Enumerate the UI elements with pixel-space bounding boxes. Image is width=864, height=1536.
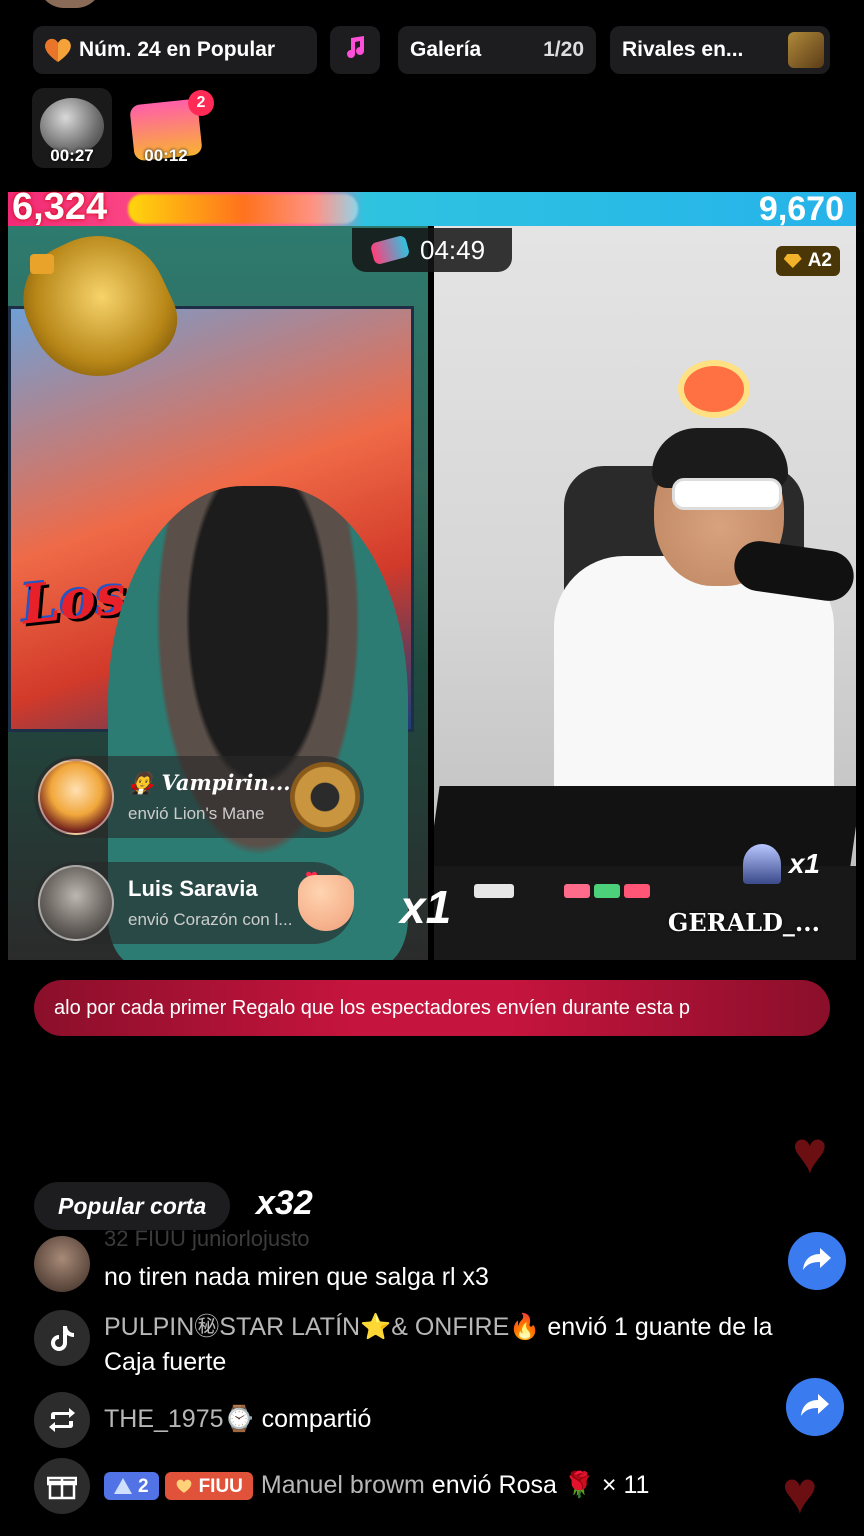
timed-gift-badge[interactable]: 00:27	[32, 88, 112, 168]
combo-multiplier: x1	[400, 881, 452, 933]
popular-corta-label: Popular corta	[58, 1192, 207, 1219]
fan-club-badge: FIUU	[164, 1472, 253, 1501]
mixer-button	[594, 884, 620, 898]
announcement-banner[interactable]: alo por cada primer Regalo que los espec…	[34, 980, 830, 1036]
mixer-button	[624, 884, 650, 898]
floating-heart-icon: ♥	[792, 1119, 828, 1186]
gem-icon	[30, 254, 54, 274]
rivals-label: Rivales en...	[622, 38, 744, 61]
gift-notification[interactable]: 🧛 Vampirin... envió Lion's Mane	[34, 756, 364, 838]
gallery-label: Galería	[410, 38, 482, 61]
share-button[interactable]	[788, 1232, 846, 1290]
level-badge: 2	[104, 1472, 159, 1501]
gate-multiplier: x1	[742, 844, 820, 884]
chat-message[interactable]: THE_1975⌚ compartió	[34, 1392, 371, 1448]
sunglasses	[672, 478, 782, 510]
battle-glove-icon	[369, 234, 411, 266]
gem-icon	[783, 254, 802, 268]
battle-score-bar: 6,324 9,670	[8, 186, 856, 228]
rank-badge-label: A2	[807, 250, 832, 271]
chat-message[interactable]: no tiren nada miren que salga rl x3	[34, 1236, 489, 1295]
popular-rank-pill[interactable]: Núm. 24 en Popular	[33, 26, 317, 74]
share-arrow-icon	[802, 1246, 832, 1277]
banner-text: alo por cada primer Regalo que los espec…	[54, 996, 690, 1019]
left-score: 6,324	[12, 186, 108, 228]
gift-description: envió Lion's Mane	[128, 804, 265, 823]
battle-timer: 04:49	[352, 228, 512, 272]
music-note-icon	[342, 34, 368, 66]
chat-text: compartió	[254, 1405, 372, 1433]
score-flash-effect	[128, 194, 358, 224]
host-avatar[interactable]	[38, 0, 102, 8]
rivals-pill[interactable]: Rivales en...	[610, 26, 830, 74]
finger-heart-gift-icon	[298, 875, 354, 931]
avatar[interactable]	[38, 759, 114, 835]
gallery-pill[interactable]: Galería 1/20	[398, 26, 596, 74]
mixer-button	[474, 884, 514, 898]
notification-count: 2	[188, 90, 214, 116]
floating-sticker	[684, 366, 744, 412]
right-score: 9,670	[758, 190, 844, 228]
popular-rank-label: Núm. 24 en Popular	[79, 38, 276, 61]
treasure-chest-badge[interactable]: 2 00:12	[126, 88, 214, 168]
battle-timer-text: 04:49	[420, 234, 486, 265]
avatar[interactable]	[38, 865, 114, 941]
top-host-strip[interactable]	[30, 0, 330, 10]
chat-text: no tiren nada miren que salga rl x3	[104, 1263, 489, 1291]
gift-description: envió Corazón con l...	[128, 910, 293, 929]
repost-icon	[34, 1392, 90, 1448]
chat-message[interactable]: 2 FIUU Manuel browm envió Rosa 🌹 × 11	[34, 1458, 649, 1514]
floating-heart-icon: ♥	[782, 1459, 818, 1526]
gift-countdown: 00:27	[50, 146, 94, 165]
heart-icon	[43, 36, 73, 64]
gifter-name: 🧛 Vampirin...	[128, 770, 291, 795]
chat-username[interactable]: Manuel browm	[261, 1471, 425, 1499]
chat-username[interactable]: PULPIN㊙STAR LATÍN⭐& ONFIRE🔥	[104, 1313, 540, 1341]
popular-corta-pill[interactable]: Popular corta	[34, 1182, 231, 1230]
right-streamer	[534, 426, 834, 876]
chat-username[interactable]: THE_1975⌚	[104, 1405, 255, 1433]
gifter-name: Luis Saravia	[128, 876, 258, 901]
share-arrow-icon	[800, 1392, 830, 1423]
chest-countdown: 00:12	[144, 146, 188, 165]
chat-text: envió Rosa 🌹 × 11	[424, 1471, 650, 1499]
rivals-crest-icon	[788, 32, 824, 68]
gift-box-icon	[34, 1458, 90, 1514]
mixer-button	[564, 884, 590, 898]
music-button[interactable]	[330, 26, 380, 74]
share-button[interactable]	[786, 1378, 844, 1436]
rank-badge[interactable]: A2	[775, 246, 840, 276]
gallery-count: 1/20	[543, 38, 584, 61]
popular-multiplier: x32	[256, 1184, 313, 1222]
left-stream-video[interactable]: Los Ch...	[8, 226, 428, 960]
multiplier-label: x1	[788, 848, 820, 879]
avatar[interactable]	[34, 1236, 90, 1292]
heart-icon	[176, 1480, 191, 1494]
gate-icon	[742, 844, 781, 884]
right-stream-video[interactable]: A2 x1 GERALD_...	[434, 226, 856, 960]
tiktok-icon	[34, 1310, 90, 1366]
gift-notification[interactable]: Luis Saravia envió Corazón con l... ♥	[34, 862, 354, 944]
level-triangle-icon	[114, 1478, 132, 1495]
lions-mane-gift-icon	[290, 762, 360, 832]
opponent-name[interactable]: GERALD_...	[668, 908, 820, 937]
chat-message[interactable]: PULPIN㊙STAR LATÍN⭐& ONFIRE🔥 envió 1 guan…	[34, 1310, 814, 1380]
